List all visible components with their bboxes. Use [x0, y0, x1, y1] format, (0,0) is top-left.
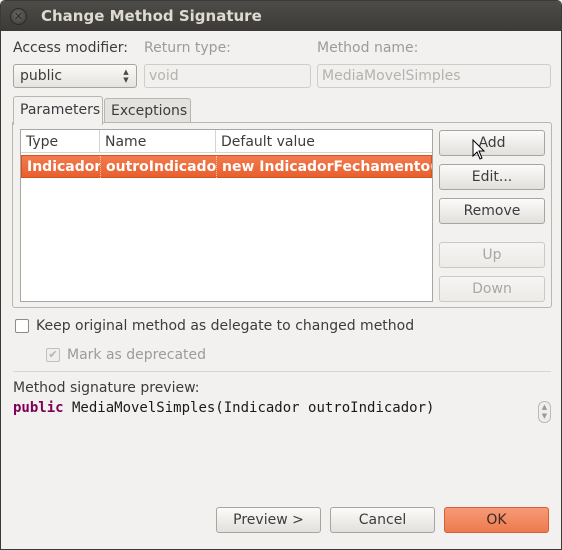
table-row[interactable]: Indicador outroIndicador new IndicadorFe… — [21, 155, 432, 178]
return-type-field: void — [144, 64, 311, 88]
ok-button[interactable]: OK — [444, 507, 549, 533]
method-name-field: MediaMovelSimples — [317, 64, 551, 88]
preview-signature: MediaMovelSimples(Indicador outroIndicad… — [63, 400, 435, 416]
mark-deprecated-label: Mark as deprecated — [67, 347, 207, 363]
access-modifier-value: public — [20, 68, 63, 84]
method-name-label: Method name: — [317, 40, 419, 56]
column-header-name[interactable]: Name — [100, 130, 216, 153]
parameters-panel: Type Name Default value Indicador outroI… — [12, 122, 552, 308]
separator — [13, 371, 551, 372]
cancel-button[interactable]: Cancel — [330, 507, 435, 533]
tab-exceptions[interactable]: Exceptions — [104, 98, 191, 123]
down-button[interactable]: Down — [439, 276, 545, 302]
close-window-button[interactable]: ✕ — [10, 8, 27, 25]
return-type-label: Return type: — [144, 40, 231, 56]
close-icon: ✕ — [13, 10, 24, 23]
access-modifier-label: Access modifier: — [13, 40, 129, 56]
remove-button[interactable]: Remove — [439, 198, 545, 224]
checkmark-icon: ✔ — [48, 348, 58, 361]
edit-button[interactable]: Edit... — [439, 164, 545, 190]
signature-preview: public MediaMovelSimples(Indicador outro… — [13, 400, 434, 416]
keep-delegate-label: Keep original method as delegate to chan… — [36, 318, 415, 334]
mark-deprecated-checkbox[interactable]: ✔ — [46, 348, 60, 362]
table-header: Type Name Default value — [21, 130, 432, 153]
up-down-arrows-icon: ▲ ▼ — [123, 68, 129, 84]
column-header-type[interactable]: Type — [21, 130, 100, 153]
keep-delegate-checkbox[interactable] — [15, 319, 29, 333]
preview-scroll-arrows-icon[interactable]: ▲ ▼ — [538, 401, 551, 423]
preview-button[interactable]: Preview > — [216, 507, 321, 533]
mouse-pointer-icon — [472, 139, 486, 160]
add-button[interactable]: Add — [439, 130, 545, 156]
cell-type: Indicador — [22, 156, 101, 178]
access-modifier-select[interactable]: public ▲ ▼ — [13, 64, 137, 88]
cell-name: outroIndicador — [101, 156, 217, 178]
title-bar: ✕ Change Method Signature — [1, 1, 561, 31]
up-button[interactable]: Up — [439, 242, 545, 268]
preview-keyword: public — [13, 400, 64, 416]
tab-parameters[interactable]: Parameters — [13, 96, 103, 125]
signature-preview-label: Method signature preview: — [13, 380, 200, 396]
cell-default-value: new IndicadorFechamento() — [222, 159, 433, 175]
parameters-table[interactable]: Type Name Default value Indicador outroI… — [20, 129, 433, 302]
window-title: Change Method Signature — [41, 7, 262, 25]
change-method-signature-dialog: ✕ Change Method Signature Access modifie… — [0, 0, 562, 550]
column-header-default-value[interactable]: Default value — [216, 130, 432, 153]
